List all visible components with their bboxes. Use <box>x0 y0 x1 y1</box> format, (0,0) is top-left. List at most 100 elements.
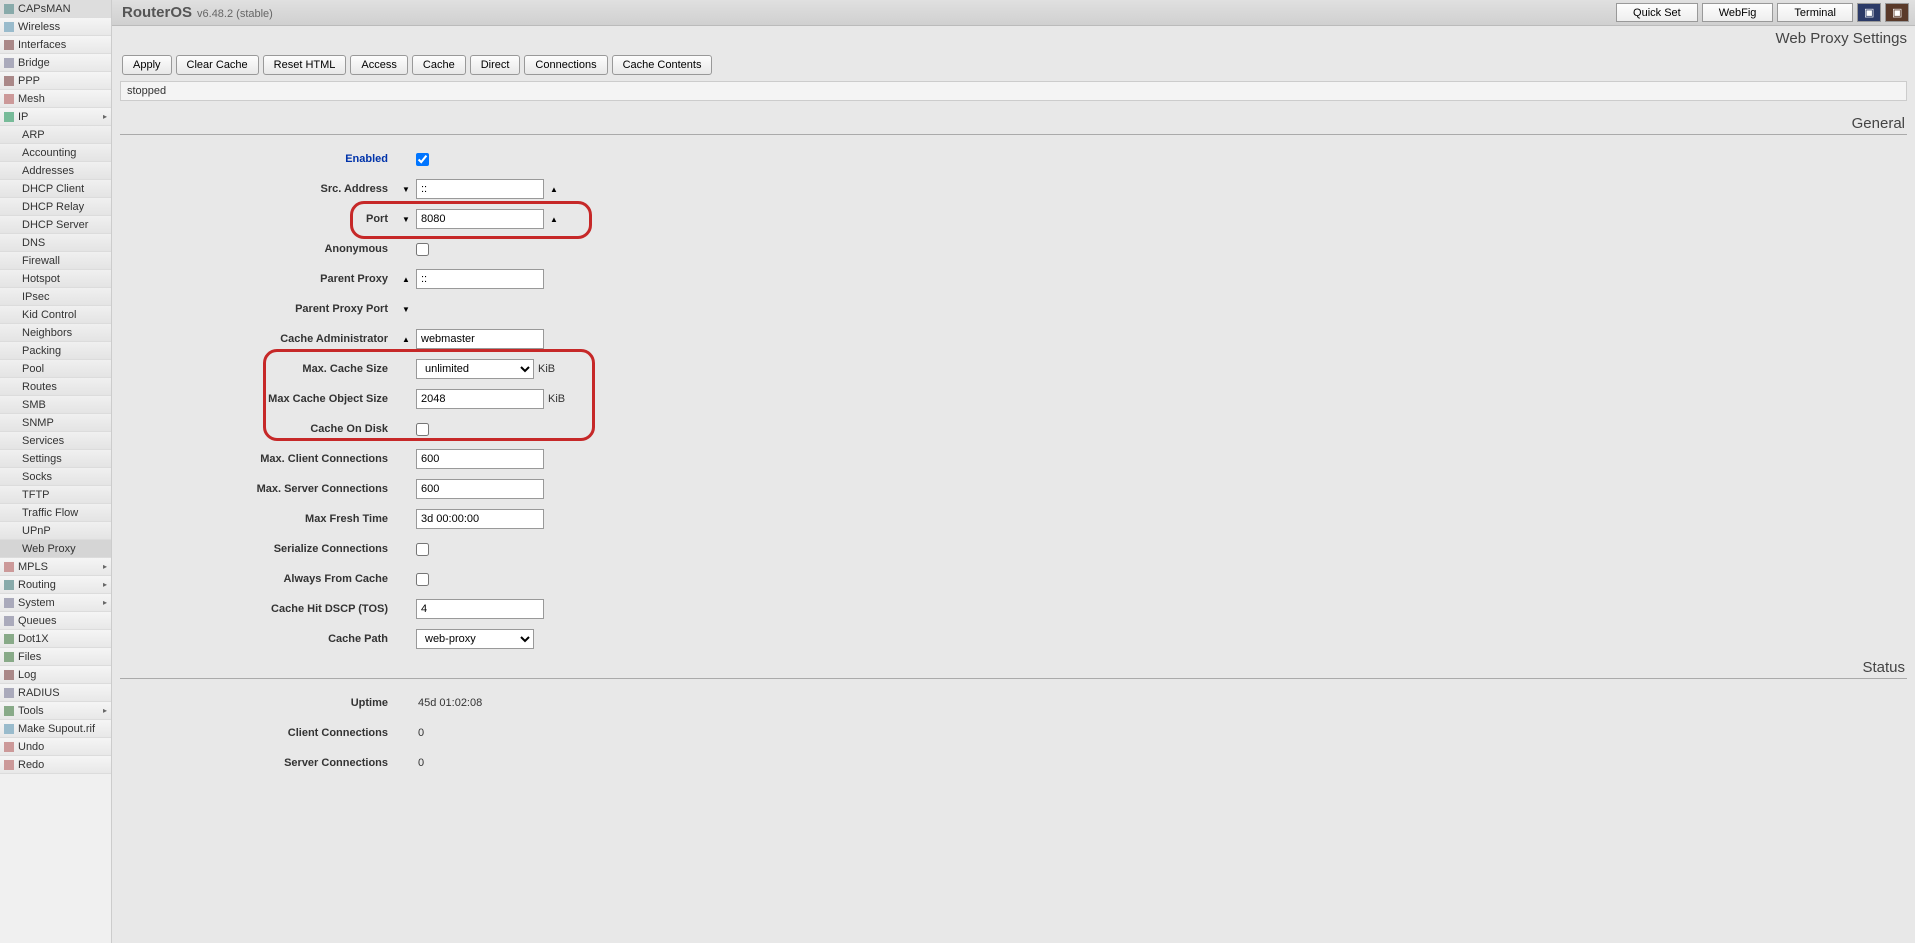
nav-label: Files <box>18 651 41 663</box>
chevron-down-icon[interactable]: ▼ <box>398 301 414 317</box>
nav-item-smb[interactable]: SMB <box>0 396 111 414</box>
nav-item-socks[interactable]: Socks <box>0 468 111 486</box>
nav-item-arp[interactable]: ARP <box>0 126 111 144</box>
nav-item-kid-control[interactable]: Kid Control <box>0 306 111 324</box>
serialize-conn-checkbox[interactable] <box>416 543 429 556</box>
nav-label: Settings <box>22 453 62 465</box>
nav-item-traffic-flow[interactable]: Traffic Flow <box>0 504 111 522</box>
webfig-button[interactable]: WebFig <box>1702 3 1774 22</box>
apply-button[interactable]: Apply <box>122 55 172 75</box>
winbox-icon-button[interactable]: ▣ <box>1857 3 1881 22</box>
nav-item-ipsec[interactable]: IPsec <box>0 288 111 306</box>
quick-set-button[interactable]: Quick Set <box>1616 3 1698 22</box>
nav-item-bridge[interactable]: Bridge <box>0 54 111 72</box>
nav-item-pool[interactable]: Pool <box>0 360 111 378</box>
anonymous-checkbox[interactable] <box>416 243 429 256</box>
chevron-up-icon[interactable]: ▲ <box>398 271 414 287</box>
cache-contents-button[interactable]: Cache Contents <box>612 55 713 75</box>
connections-button[interactable]: Connections <box>524 55 607 75</box>
nav-label: Queues <box>18 615 57 627</box>
parent-proxy-input[interactable] <box>416 269 544 289</box>
cache-hit-dscp-input[interactable] <box>416 599 544 619</box>
chevron-down-icon[interactable]: ▼ <box>398 211 414 227</box>
nav-item-upnp[interactable]: UPnP <box>0 522 111 540</box>
nav-item-queues[interactable]: Queues <box>0 612 111 630</box>
toolbar: Apply Clear Cache Reset HTML Access Cach… <box>112 49 1915 81</box>
nav-item-redo[interactable]: Redo <box>0 756 111 774</box>
nav-item-routing[interactable]: Routing▸ <box>0 576 111 594</box>
nav-item-make-supout-rif[interactable]: Make Supout.rif <box>0 720 111 738</box>
nav-item-dhcp-client[interactable]: DHCP Client <box>0 180 111 198</box>
status-strip: stopped <box>120 81 1907 101</box>
nav-icon <box>4 4 14 14</box>
max-cache-obj-size-input[interactable] <box>416 389 544 409</box>
nav-item-mesh[interactable]: Mesh <box>0 90 111 108</box>
nav-item-ip[interactable]: IP▸ <box>0 108 111 126</box>
nav-item-dhcp-server[interactable]: DHCP Server <box>0 216 111 234</box>
nav-item-radius[interactable]: RADIUS <box>0 684 111 702</box>
max-fresh-time-input[interactable] <box>416 509 544 529</box>
terminal-button[interactable]: Terminal <box>1777 3 1853 22</box>
nav-item-ppp[interactable]: PPP <box>0 72 111 90</box>
nav-label: SNMP <box>22 417 54 429</box>
port-input[interactable] <box>416 209 544 229</box>
nav-item-snmp[interactable]: SNMP <box>0 414 111 432</box>
nav-icon <box>8 508 18 518</box>
src-address-input[interactable] <box>416 179 544 199</box>
chevron-up-icon[interactable]: ▲ <box>546 211 562 227</box>
cache-path-select[interactable]: web-proxy <box>416 629 534 649</box>
uptime-label: Uptime <box>120 697 398 709</box>
nav-item-wireless[interactable]: Wireless <box>0 18 111 36</box>
nav-label: Interfaces <box>18 39 66 51</box>
cache-admin-input[interactable] <box>416 329 544 349</box>
max-server-conn-input[interactable] <box>416 479 544 499</box>
nav-label: UPnP <box>22 525 51 537</box>
topbar: RouterOS v6.48.2 (stable) Quick Set WebF… <box>112 0 1915 26</box>
nav-item-web-proxy[interactable]: Web Proxy <box>0 540 111 558</box>
server-conn-value: 0 <box>416 757 424 769</box>
nav-item-capsman[interactable]: CAPsMAN <box>0 0 111 18</box>
max-cache-size-select[interactable]: unlimited <box>416 359 534 379</box>
nav-icon <box>4 670 14 680</box>
nav-item-log[interactable]: Log <box>0 666 111 684</box>
access-button[interactable]: Access <box>350 55 407 75</box>
nav-item-files[interactable]: Files <box>0 648 111 666</box>
nav-item-dhcp-relay[interactable]: DHCP Relay <box>0 198 111 216</box>
nav-item-firewall[interactable]: Firewall <box>0 252 111 270</box>
nav-label: Accounting <box>22 147 76 159</box>
chevron-down-icon[interactable]: ▼ <box>398 181 414 197</box>
nav-item-dns[interactable]: DNS <box>0 234 111 252</box>
cache-on-disk-checkbox[interactable] <box>416 423 429 436</box>
nav-item-hotspot[interactable]: Hotspot <box>0 270 111 288</box>
nav-item-undo[interactable]: Undo <box>0 738 111 756</box>
reset-html-button[interactable]: Reset HTML <box>263 55 347 75</box>
clear-cache-button[interactable]: Clear Cache <box>176 55 259 75</box>
max-client-conn-input[interactable] <box>416 449 544 469</box>
nav-item-accounting[interactable]: Accounting <box>0 144 111 162</box>
nav-label: TFTP <box>22 489 50 501</box>
logout-icon-button[interactable]: ▣ <box>1885 3 1909 22</box>
nav-item-tools[interactable]: Tools▸ <box>0 702 111 720</box>
cache-button[interactable]: Cache <box>412 55 466 75</box>
nav-item-routes[interactable]: Routes <box>0 378 111 396</box>
always-from-cache-checkbox[interactable] <box>416 573 429 586</box>
nav-item-mpls[interactable]: MPLS▸ <box>0 558 111 576</box>
chevron-up-icon[interactable]: ▲ <box>546 181 562 197</box>
nav-item-dot1x[interactable]: Dot1X <box>0 630 111 648</box>
nav-label: Tools <box>18 705 44 717</box>
nav-item-tftp[interactable]: TFTP <box>0 486 111 504</box>
nav-icon <box>8 310 18 320</box>
nav-item-settings[interactable]: Settings <box>0 450 111 468</box>
direct-button[interactable]: Direct <box>470 55 521 75</box>
nav-item-interfaces[interactable]: Interfaces <box>0 36 111 54</box>
nav-item-system[interactable]: System▸ <box>0 594 111 612</box>
nav-icon <box>8 436 18 446</box>
nav-item-neighbors[interactable]: Neighbors <box>0 324 111 342</box>
enabled-checkbox[interactable] <box>416 153 429 166</box>
chevron-up-icon[interactable]: ▲ <box>398 331 414 347</box>
nav-icon <box>4 40 14 50</box>
nav-item-services[interactable]: Services <box>0 432 111 450</box>
nav-icon <box>8 148 18 158</box>
nav-item-addresses[interactable]: Addresses <box>0 162 111 180</box>
nav-item-packing[interactable]: Packing <box>0 342 111 360</box>
